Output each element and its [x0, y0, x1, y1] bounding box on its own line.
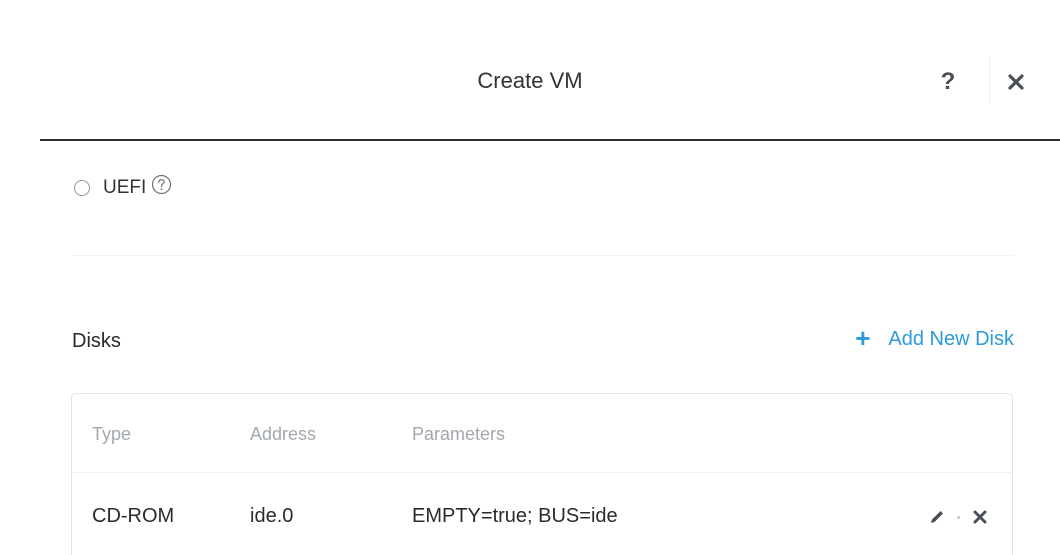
plus-icon: +	[855, 322, 871, 353]
create-vm-dialog: Create VM ? UEFI Disks + Add New Disk Ty…	[0, 0, 1060, 555]
column-header-address: Address	[250, 424, 317, 444]
disk-address-cell: ide.0	[250, 505, 294, 527]
pencil-icon	[931, 511, 943, 523]
disk-type-cell: CD-ROM	[92, 505, 175, 527]
action-separator	[957, 515, 960, 519]
edit-disk-button[interactable]	[927, 507, 947, 527]
column-header-parameters: Parameters	[412, 424, 506, 444]
help-button[interactable]: ?	[930, 64, 966, 100]
close-icon	[1008, 74, 1024, 90]
delete-disk-button[interactable]	[970, 507, 990, 527]
disks-table: Type Address Parameters CD-ROM ide.0 EMP…	[71, 393, 1013, 555]
info-icon[interactable]	[151, 174, 172, 195]
close-icon	[973, 510, 987, 524]
section-divider	[72, 255, 1014, 256]
table-header: Type Address Parameters	[72, 394, 1012, 473]
table-row: CD-ROM ide.0 EMPTY=true; BUS=ide	[72, 473, 1012, 555]
dialog-title: Create VM	[477, 68, 583, 93]
row-actions	[927, 507, 990, 527]
add-new-disk-button[interactable]: + Add New Disk	[855, 322, 1014, 353]
dialog-header: Create VM ?	[0, 0, 1060, 141]
column-header-type: Type	[92, 424, 132, 444]
disk-parameters-cell: EMPTY=true; BUS=ide	[412, 505, 618, 527]
header-rule	[40, 139, 1060, 141]
add-new-disk-label: Add New Disk	[888, 328, 1014, 350]
close-button[interactable]	[998, 64, 1034, 100]
uefi-radio[interactable]	[74, 180, 90, 196]
header-divider	[989, 56, 990, 104]
disks-section-title: Disks	[72, 330, 121, 352]
boot-option-uefi[interactable]: UEFI	[74, 174, 172, 202]
uefi-label: UEFI	[103, 177, 147, 198]
